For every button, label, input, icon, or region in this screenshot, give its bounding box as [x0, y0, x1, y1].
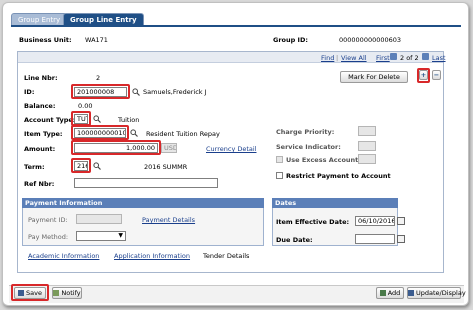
- amount-label: Amount:: [24, 145, 56, 153]
- next-arrow-icon[interactable]: [422, 53, 429, 60]
- item-type-lookup-icon[interactable]: [130, 129, 138, 137]
- calendar-icon[interactable]: [397, 217, 405, 225]
- notify-button[interactable]: Notify: [52, 287, 82, 299]
- account-type-lookup-icon[interactable]: [93, 115, 101, 123]
- ref-nbr-input[interactable]: [74, 178, 218, 188]
- page-frame: Group Entry Group Line Entry Business Un…: [2, 2, 469, 306]
- save-button[interactable]: Save: [14, 287, 46, 299]
- pay-method-label: Pay Method:: [28, 233, 69, 241]
- view-all-link[interactable]: View All: [341, 54, 367, 62]
- add-icon: [379, 290, 386, 296]
- charge-priority-input: [358, 126, 376, 136]
- line-nbr-value: 2: [96, 74, 101, 82]
- service-indicator-label: Service Indicator:: [276, 143, 341, 151]
- pay-method-select[interactable]: ▼: [76, 231, 126, 241]
- tab-group-entry[interactable]: Group Entry: [11, 13, 68, 25]
- item-effective-date-label: Item Effective Date:: [276, 218, 350, 226]
- delete-row-minus-icon[interactable]: −: [432, 70, 441, 80]
- tender-details-label: Tender Details: [203, 252, 250, 260]
- group-line-grid: Find | View All First 2 of 2 Last Mark F…: [17, 51, 446, 273]
- previous-arrow-icon[interactable]: [390, 53, 397, 60]
- account-type-input[interactable]: TUT: [74, 114, 88, 124]
- item-type-label: Item Type:: [24, 130, 63, 138]
- mark-for-delete-button[interactable]: Mark For Delete: [340, 71, 408, 83]
- id-label: ID:: [24, 88, 35, 96]
- balance-label: Balance:: [24, 102, 56, 110]
- dates-header: Dates: [272, 198, 398, 208]
- account-type-description: Tuition: [118, 116, 140, 124]
- payment-information-header: Payment Information: [22, 198, 264, 208]
- tab-group-line-entry[interactable]: Group Line Entry: [63, 13, 144, 25]
- first-link[interactable]: First: [376, 54, 390, 62]
- update-display-label: Update/Display: [416, 289, 466, 297]
- save-label: Save: [26, 289, 42, 297]
- term-input[interactable]: 2165: [74, 161, 88, 171]
- notify-icon: [53, 290, 60, 296]
- item-type-input[interactable]: 100000000010: [74, 128, 126, 138]
- balance-value: 0.00: [78, 102, 93, 110]
- item-effective-date-input[interactable]: 06/10/2016: [355, 216, 395, 226]
- term-label: Term:: [24, 163, 45, 171]
- currency-input: USD: [161, 143, 177, 153]
- group-id-value: 000000000000603: [339, 36, 402, 44]
- restrict-payment-label: Restrict Payment to Account: [286, 172, 391, 180]
- row-count: 2 of 2: [400, 54, 419, 62]
- application-information-link[interactable]: Application Information: [114, 252, 190, 260]
- payment-details-link[interactable]: Payment Details: [142, 216, 195, 224]
- amount-input[interactable]: 1,000.00: [74, 143, 158, 153]
- restrict-payment-checkbox[interactable]: [276, 172, 283, 179]
- academic-information-link[interactable]: Academic Information: [28, 252, 99, 260]
- currency-detail-link[interactable]: Currency Detail: [206, 145, 257, 153]
- due-date-calendar-icon[interactable]: [397, 235, 405, 243]
- chevron-down-icon: ▼: [118, 232, 123, 239]
- id-name-value: Samuels,Frederick J: [143, 88, 207, 96]
- account-type-label: Account Type:: [24, 116, 76, 124]
- business-unit-label: Business Unit:: [19, 36, 72, 44]
- charge-priority-label: Charge Priority:: [276, 128, 335, 136]
- line-nbr-label: Line Nbr:: [24, 74, 58, 82]
- use-excess-label: Use Excess Account: [286, 156, 359, 164]
- update-display-button[interactable]: Update/Display: [407, 287, 466, 299]
- business-unit-value: WA171: [85, 36, 108, 44]
- find-link[interactable]: Find: [321, 54, 334, 62]
- add-row-plus-icon[interactable]: +: [419, 70, 428, 80]
- ref-nbr-label: Ref Nbr:: [24, 180, 55, 188]
- due-date-label: Due Date:: [276, 236, 313, 244]
- payment-id-input: [76, 214, 122, 224]
- service-indicator-input: [358, 141, 376, 151]
- add-button[interactable]: Add: [376, 287, 404, 299]
- term-description: 2016 SUMMR: [144, 163, 188, 171]
- item-type-description: Resident Tuition Repay: [146, 130, 220, 138]
- update-display-icon: [408, 290, 414, 296]
- due-date-input[interactable]: [355, 234, 395, 244]
- add-label: Add: [387, 289, 401, 297]
- payment-id-label: Payment ID:: [28, 216, 68, 224]
- id-lookup-icon[interactable]: [132, 88, 140, 96]
- term-lookup-icon[interactable]: [93, 162, 101, 170]
- use-excess-input: [358, 154, 376, 164]
- nav-separator: |: [336, 54, 339, 62]
- use-excess-checkbox: [276, 156, 283, 163]
- notify-label: Notify: [61, 289, 81, 297]
- id-input[interactable]: 201000008: [74, 87, 127, 97]
- grid-nav-bar: Find | View All First 2 of 2 Last: [18, 52, 446, 63]
- group-id-label: Group ID:: [273, 36, 308, 44]
- save-icon: [18, 290, 25, 296]
- last-link[interactable]: Last: [432, 54, 446, 62]
- tab-underline: [11, 25, 461, 27]
